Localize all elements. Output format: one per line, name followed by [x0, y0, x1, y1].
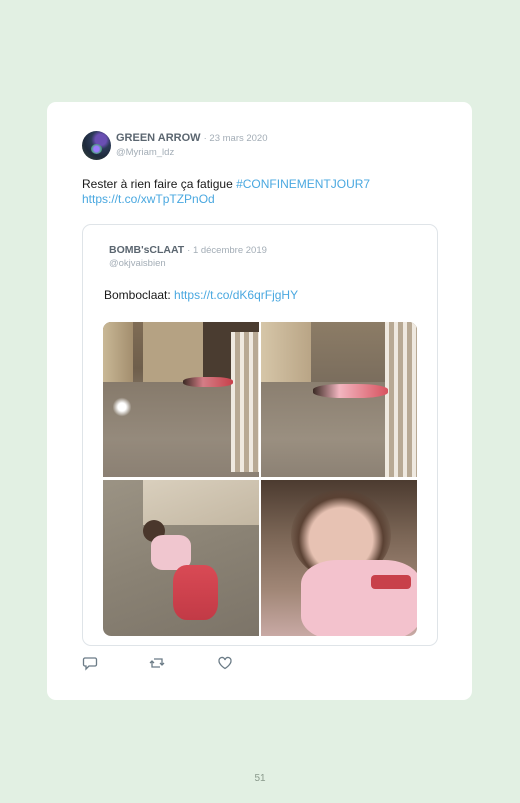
photo-3[interactable]	[103, 480, 259, 636]
quoted-handle: @okjvaisbien	[109, 258, 166, 269]
photo-grid	[103, 322, 417, 636]
photo-2[interactable]	[261, 322, 417, 477]
author-line: GREEN ARROW · 23 mars 2020	[116, 132, 268, 144]
photo-1[interactable]	[103, 322, 259, 477]
quoted-tweet[interactable]: BOMB'sCLAAT · 1 décembre 2019 @okjvaisbi…	[82, 224, 438, 646]
quoted-author-line: BOMB'sCLAAT · 1 décembre 2019	[109, 244, 267, 256]
quoted-url-link[interactable]: https://t.co/dK6qrFjgHY	[174, 288, 298, 302]
reply-icon[interactable]	[82, 655, 98, 671]
tweet-actions	[82, 655, 242, 671]
quoted-date: · 1 décembre 2019	[187, 245, 267, 256]
tweet-date[interactable]: · 23 mars 2020	[204, 133, 268, 144]
quoted-body: Bomboclaat:	[104, 288, 175, 302]
like-icon[interactable]	[217, 655, 233, 671]
page-number: 51	[254, 773, 266, 784]
hashtag-link[interactable]: #CONFINEMENTJOUR7	[236, 177, 370, 191]
quoted-text: Bomboclaat: https://t.co/dK6qrFjgHY	[104, 288, 298, 302]
photo-4[interactable]	[261, 480, 417, 636]
author-handle: @Myriam_ldz	[116, 147, 175, 158]
author-name[interactable]: GREEN ARROW	[116, 132, 201, 144]
tweet-url-link[interactable]: https://t.co/xwTpTZPnOd	[82, 192, 215, 206]
retweet-icon[interactable]	[149, 655, 165, 671]
tweet-text: Rester à rien faire ça fatigue #CONFINEM…	[82, 177, 442, 207]
avatar[interactable]	[82, 131, 111, 160]
tweet-body: Rester à rien faire ça fatigue	[82, 177, 237, 191]
quoted-author-name: BOMB'sCLAAT	[109, 244, 185, 256]
tweet-card: GREEN ARROW · 23 mars 2020 @Myriam_ldz R…	[47, 102, 472, 700]
